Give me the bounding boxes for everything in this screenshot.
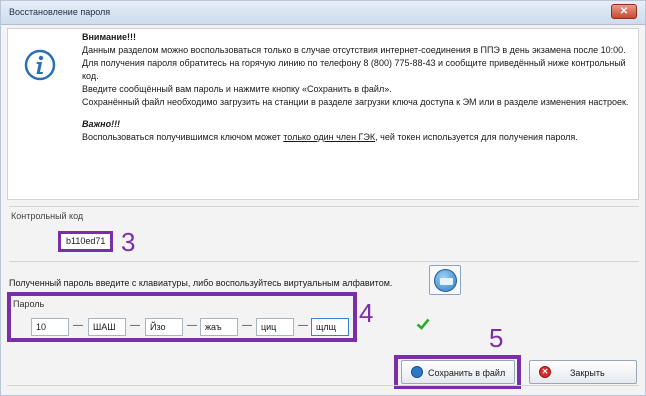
password-label: Пароль xyxy=(13,299,45,309)
password-field-4[interactable]: жаъ xyxy=(200,318,238,336)
password-separator: — xyxy=(242,320,252,331)
close-icon: ✕ xyxy=(539,366,551,378)
virtual-keyboard-button[interactable] xyxy=(429,265,461,295)
virtual-keyboard-icon xyxy=(434,269,457,292)
password-separator: — xyxy=(130,320,140,331)
important-heading: Важно!!! xyxy=(82,119,121,129)
warning-line-1: Данным разделом можно воспользоваться то… xyxy=(82,45,626,55)
save-button-label: Сохранить в файл xyxy=(428,368,506,378)
check-icon xyxy=(416,318,430,330)
password-field-2[interactable]: ШАШ xyxy=(88,318,126,336)
warning-line-4: Сохранённый файл необходимо загрузить на… xyxy=(82,97,629,107)
password-separator: — xyxy=(298,320,308,331)
warning-panel: Внимание!!! Данным разделом можно воспол… xyxy=(7,28,639,200)
info-icon xyxy=(24,49,56,81)
password-separator: — xyxy=(187,320,197,331)
password-instruction: Полученный пароль введите с клавиатуры, … xyxy=(9,278,393,288)
important-text: Воспользоваться получившимся ключом може… xyxy=(82,132,578,142)
divider xyxy=(9,261,639,262)
window-title: Восстановление пароля xyxy=(9,7,111,17)
warning-heading: Внимание!!! xyxy=(82,32,136,42)
password-field-5[interactable]: циц xyxy=(256,318,294,336)
password-field-1[interactable]: 10 xyxy=(31,318,69,336)
password-separator: — xyxy=(73,320,83,331)
control-code-label: Контрольный код xyxy=(11,211,84,221)
window-close-button[interactable]: ✕ xyxy=(611,4,637,19)
close-button[interactable]: ✕ Закрыть xyxy=(529,360,637,384)
control-code-value: b110ed71 xyxy=(58,231,113,252)
password-field-6[interactable]: щлщ xyxy=(311,318,349,336)
password-recovery-dialog: Восстановление пароля ✕ Внимание!!! Данн… xyxy=(0,0,646,396)
warning-text: Внимание!!! Данным разделом можно воспол… xyxy=(82,31,630,144)
warning-line-2: Для получения пароля обратитесь на горяч… xyxy=(82,58,626,81)
annotation-4: 4 xyxy=(359,298,374,328)
password-field-3[interactable]: Йзо xyxy=(145,318,183,336)
annotation-3: 3 xyxy=(121,227,136,257)
close-button-label: Закрыть xyxy=(570,368,605,378)
bottom-divider xyxy=(7,385,639,386)
annotation-5: 5 xyxy=(489,323,504,353)
save-to-file-button[interactable]: Сохранить в файл xyxy=(401,360,515,384)
save-icon xyxy=(411,366,423,378)
title-bar: Восстановление пароля ✕ xyxy=(1,1,645,25)
warning-line-3: Введите сообщённый вам пароль и нажмите … xyxy=(82,84,392,94)
